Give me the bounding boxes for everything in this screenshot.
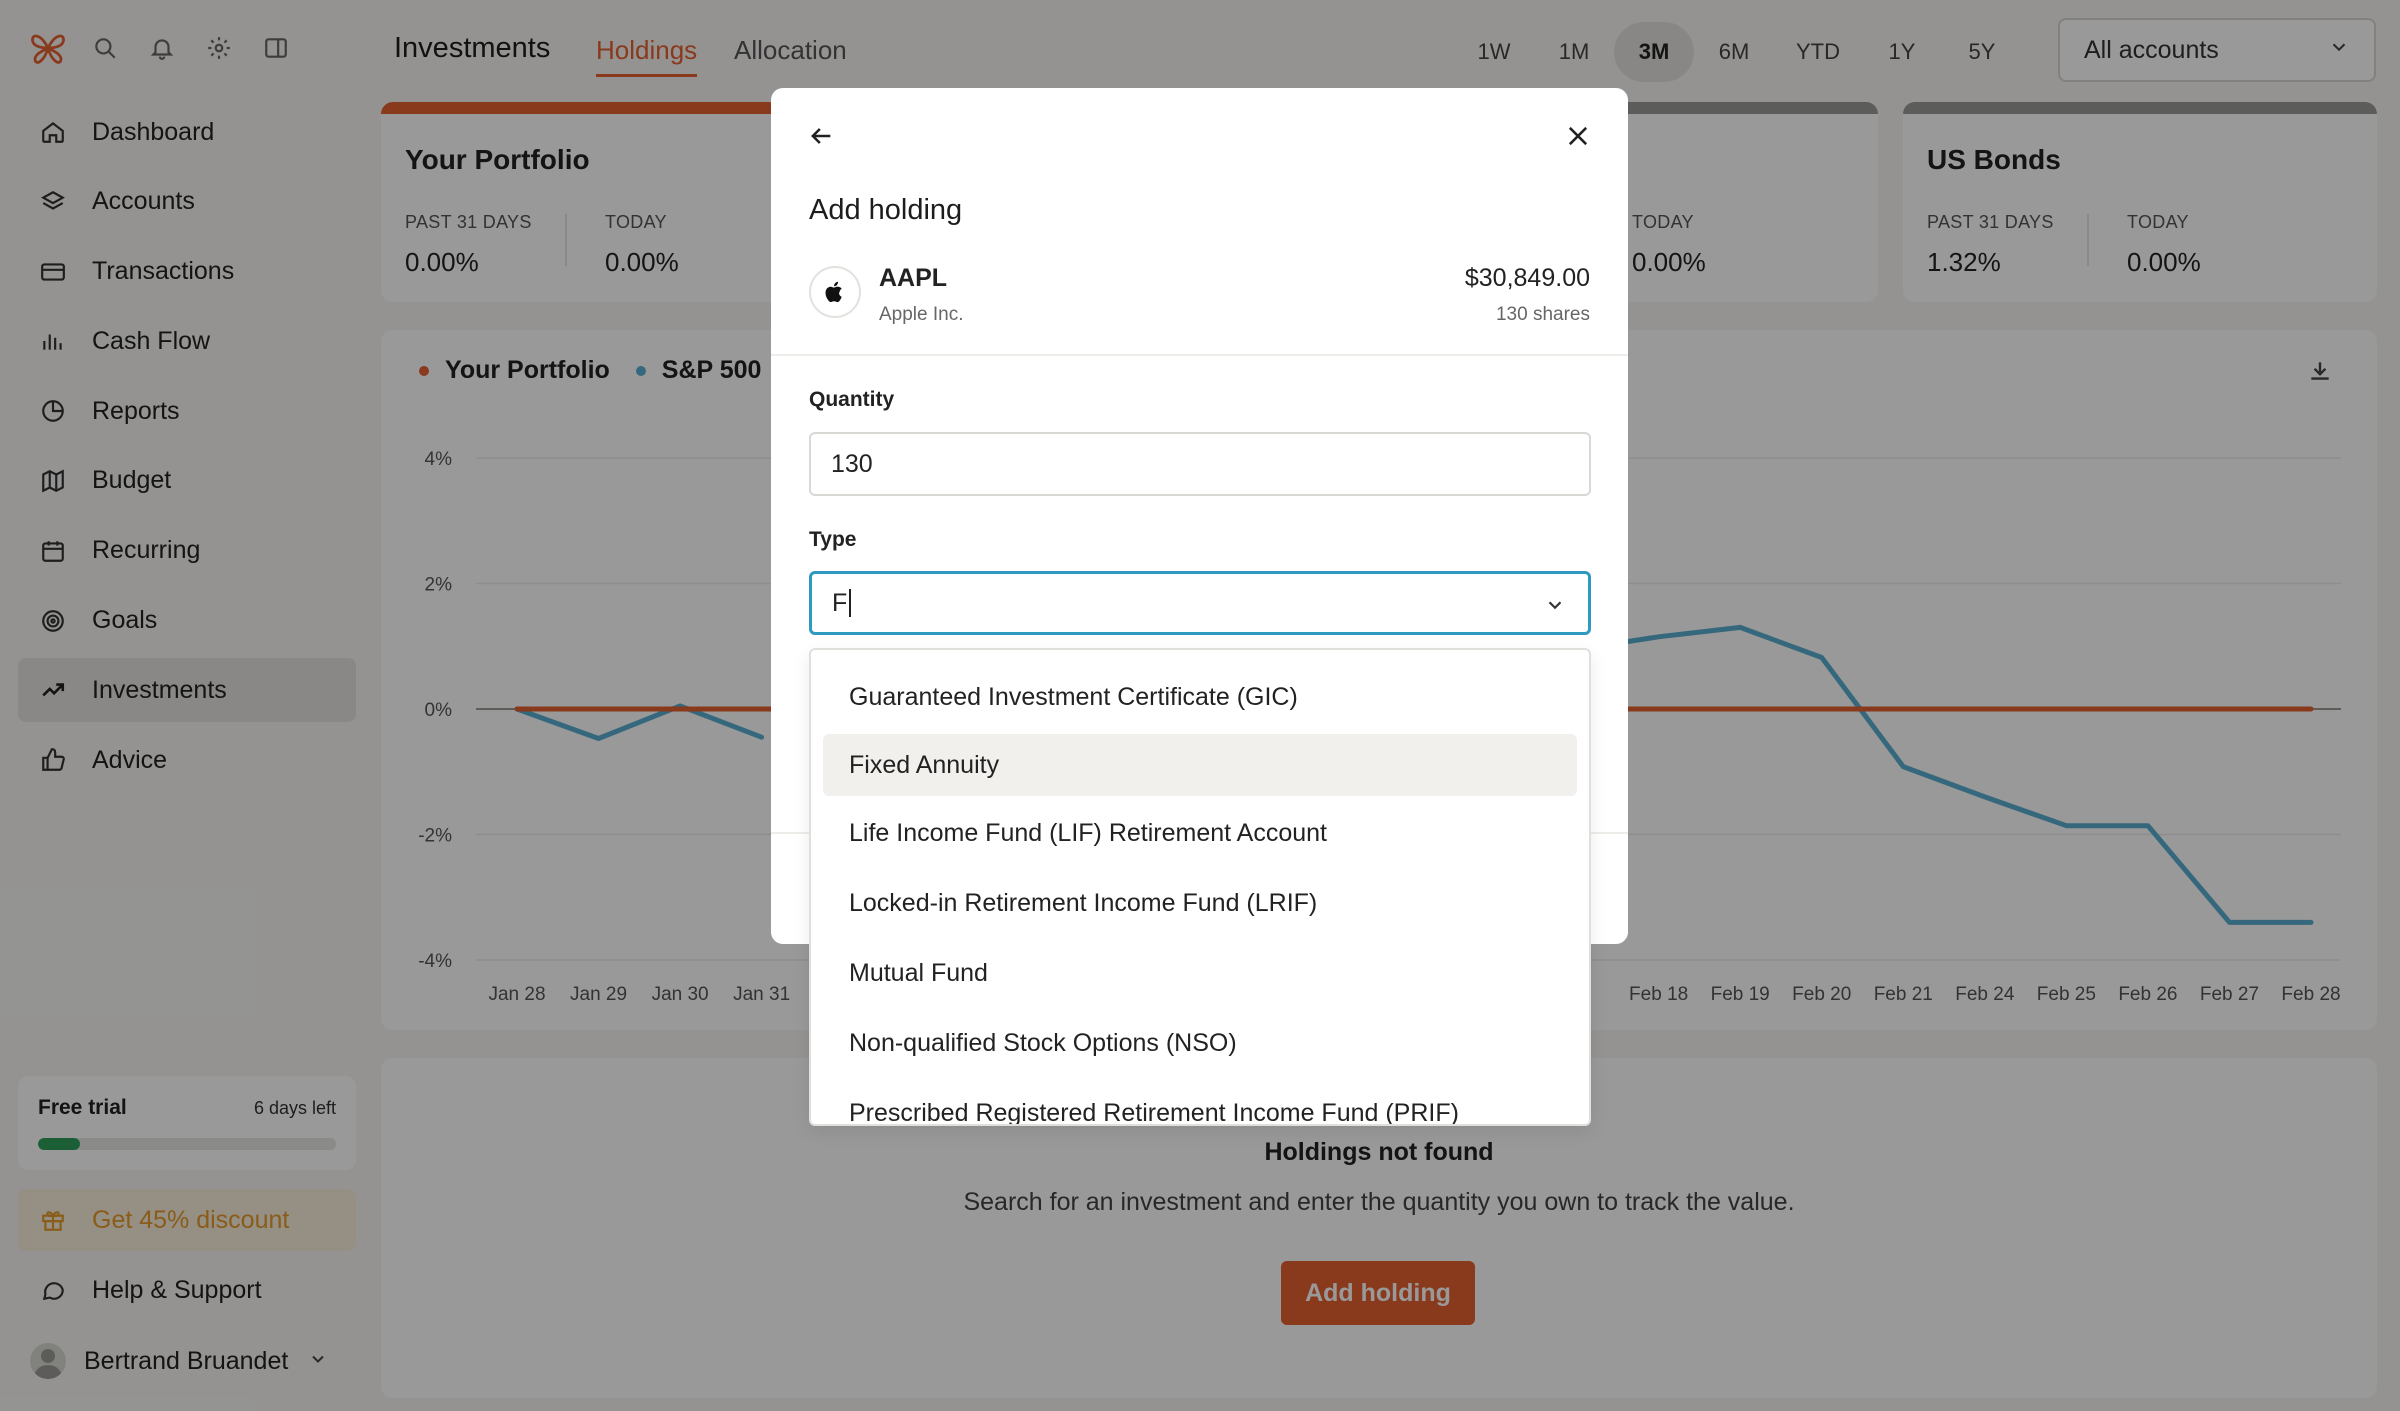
type-option[interactable]: Life Income Fund (LIF) Retirement Accoun… bbox=[823, 802, 1577, 864]
quantity-label: Quantity bbox=[809, 388, 895, 411]
type-label: Type bbox=[809, 528, 857, 551]
holding-symbol: AAPL bbox=[879, 264, 948, 292]
divider bbox=[771, 354, 1628, 356]
quantity-value: 130 bbox=[831, 449, 873, 478]
apple-logo-icon bbox=[809, 266, 861, 318]
type-option[interactable]: Guaranteed Investment Certificate (GIC) bbox=[823, 666, 1577, 728]
modal-title: Add holding bbox=[809, 194, 963, 226]
type-input-value: F bbox=[832, 588, 848, 617]
type-option[interactable]: Locked-in Retirement Income Fund (LRIF) bbox=[823, 872, 1577, 934]
close-icon[interactable] bbox=[1564, 122, 1592, 155]
holding-value: $30,849.00 bbox=[1464, 264, 1590, 292]
holding-shares: 130 shares bbox=[1495, 304, 1590, 325]
type-option-highlighted[interactable]: Fixed Annuity bbox=[823, 734, 1577, 796]
holding-company: Apple Inc. bbox=[879, 304, 964, 325]
type-select-input[interactable]: F bbox=[809, 571, 1591, 635]
back-arrow-icon[interactable] bbox=[807, 122, 835, 155]
chevron-down-icon bbox=[1544, 594, 1566, 623]
type-option[interactable]: Non-qualified Stock Options (NSO) bbox=[823, 1012, 1577, 1074]
quantity-field[interactable]: 130 bbox=[809, 432, 1591, 496]
text-caret bbox=[849, 589, 852, 617]
type-option[interactable]: Prescribed Registered Retirement Income … bbox=[823, 1082, 1577, 1125]
type-option[interactable]: Mutual Fund bbox=[823, 942, 1577, 1004]
type-options-dropdown[interactable]: Guaranteed Investment Certificate (GIC) … bbox=[809, 648, 1591, 1126]
